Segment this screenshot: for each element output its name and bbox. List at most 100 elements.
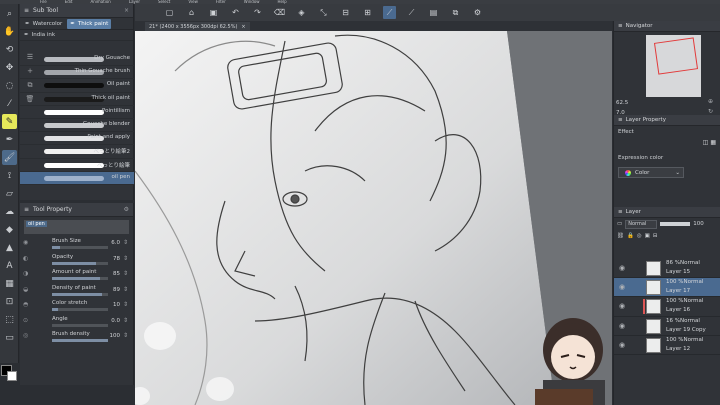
property-slider[interactable]: [52, 261, 108, 265]
panel-menu-icon[interactable]: ≡: [618, 117, 623, 123]
gradient-icon[interactable]: ▦: [2, 276, 17, 291]
sub-color-swatch[interactable]: [7, 371, 17, 381]
eye-icon[interactable]: ◉: [619, 302, 625, 310]
spinner-icon[interactable]: ⇕: [123, 270, 128, 277]
property-slider[interactable]: [52, 323, 108, 327]
airbrush-icon[interactable]: ⟟: [2, 168, 17, 183]
brush-item[interactable]: Gouache blender: [20, 119, 134, 133]
property-slider[interactable]: [52, 277, 108, 280]
eye-icon[interactable]: ◉: [619, 283, 625, 291]
color-swatches[interactable]: [0, 363, 19, 385]
panel-menu-icon[interactable]: ≡: [24, 7, 29, 14]
snap-icon[interactable]: ⟋: [405, 6, 418, 19]
pen-icon[interactable]: ✒: [2, 132, 17, 147]
property-slider[interactable]: [52, 308, 108, 311]
layer-row[interactable]: ◉ 100 %Normal Layer 12: [614, 335, 720, 355]
reference-icon[interactable]: ◎: [637, 233, 642, 239]
property-value[interactable]: 85: [113, 271, 120, 277]
layer-row[interactable]: ◉ 100 %Normal Layer 17: [614, 278, 720, 298]
opacity-value[interactable]: 100: [693, 221, 704, 227]
save-icon[interactable]: ▣: [207, 6, 220, 19]
eye-icon[interactable]: ◉: [619, 264, 625, 272]
property-slider[interactable]: [52, 246, 108, 249]
settings-icon[interactable]: ⚙: [471, 6, 484, 19]
sub-tool-tab[interactable]: ✒ Watercolor: [22, 19, 65, 29]
brush-item[interactable]: Thick oil paint: [20, 93, 134, 106]
brush-item[interactable]: oil pen: [20, 171, 134, 185]
ruler-layer-icon[interactable]: ⊟: [653, 233, 658, 239]
zoom-in-icon[interactable]: ⊕: [708, 98, 718, 108]
hand-icon[interactable]: ✋: [2, 24, 17, 39]
layer-row[interactable]: ◉ 100 %Normal Layer 16: [614, 297, 720, 317]
property-value[interactable]: 78: [113, 256, 120, 262]
fill-icon[interactable]: ◈: [295, 6, 308, 19]
clip-icon[interactable]: ⛓: [617, 233, 624, 239]
property-value[interactable]: 10: [113, 302, 120, 308]
eraser-icon[interactable]: ▱: [2, 186, 17, 201]
rotate-icon[interactable]: ⟲: [2, 42, 17, 57]
brush-item[interactable]: Dry Gouache: [20, 53, 134, 67]
undo-icon[interactable]: ↶: [229, 6, 242, 19]
mask-icon[interactable]: ▣: [645, 233, 650, 239]
spinner-icon[interactable]: ⇕: [123, 332, 128, 339]
figure-icon[interactable]: ▲: [2, 240, 17, 255]
blend-icon[interactable]: ☁: [2, 204, 17, 219]
opacity-slider[interactable]: [660, 222, 691, 226]
panel-menu-icon[interactable]: ≡: [24, 206, 29, 213]
blend-mode-select[interactable]: Normal: [625, 219, 658, 229]
navigator-rotation[interactable]: 7.0: [616, 110, 625, 116]
fill-bucket-icon[interactable]: ◆: [2, 222, 17, 237]
magnifier-icon[interactable]: ⌕: [2, 6, 17, 21]
property-value[interactable]: 89: [113, 287, 120, 293]
brush-item[interactable]: Paint and apply: [20, 132, 134, 146]
property-value[interactable]: 6.0: [111, 240, 120, 246]
spinner-icon[interactable]: ⇕: [123, 239, 128, 246]
text-icon[interactable]: A: [2, 258, 17, 273]
brush-item[interactable]: Pointillism: [20, 106, 134, 119]
eye-icon[interactable]: ◉: [619, 322, 625, 330]
expression-color-select[interactable]: Color ⌄: [618, 167, 684, 178]
layer-row[interactable]: ◉ 86 %Normal Layer 15: [614, 259, 720, 279]
navigator-zoom[interactable]: 62.5: [616, 100, 628, 106]
close-icon[interactable]: ×: [124, 7, 129, 14]
ruler-tool-icon[interactable]: ⊡: [2, 294, 17, 309]
spinner-icon[interactable]: ⇕: [123, 301, 128, 308]
eyedropper-icon[interactable]: ⁄: [2, 96, 17, 111]
brush-icon[interactable]: 🖌: [2, 150, 17, 165]
brush-item[interactable]: べっとり絵筆: [20, 159, 134, 172]
layer-row[interactable]: ◉ 16 %Normal Layer 19 Copy: [614, 316, 720, 336]
transform-icon[interactable]: ⤡: [317, 6, 330, 19]
frame-icon[interactable]: ▭: [2, 330, 17, 345]
pencil-tool-icon[interactable]: ✎: [2, 114, 17, 129]
move-icon[interactable]: ✥: [2, 60, 17, 75]
brush-item[interactable]: Oil paint: [20, 79, 134, 93]
lasso-icon[interactable]: ◌: [2, 78, 17, 93]
sub-tool-tab[interactable]: ✒ Thick paint: [67, 18, 112, 29]
property-slider[interactable]: [52, 292, 108, 296]
property-value[interactable]: 100: [110, 333, 121, 339]
eye-icon[interactable]: ◉: [619, 341, 625, 349]
spinner-icon[interactable]: ⇕: [123, 255, 128, 262]
close-icon[interactable]: ×: [241, 24, 245, 30]
sub-tool-group[interactable]: ✒ India ink: [20, 30, 133, 41]
invert-icon[interactable]: ⊞: [361, 6, 374, 19]
clear-icon[interactable]: ⌫: [273, 6, 286, 19]
lock-icon[interactable]: 🔒: [627, 233, 634, 239]
rotate-icon[interactable]: ↻: [708, 108, 718, 118]
wrench-icon[interactable]: ⚙: [124, 206, 129, 213]
border-effect-icon[interactable]: ◫: [703, 139, 709, 155]
brush-item[interactable]: べっとり絵筆2: [20, 145, 134, 159]
deselect-icon[interactable]: ⊟: [339, 6, 352, 19]
select-icon[interactable]: ⬚: [2, 312, 17, 327]
panel-menu-icon[interactable]: ≡: [618, 209, 623, 215]
document-tab[interactable]: 21* (2400 x 3556px 300dpi 62.5%) ×: [145, 22, 250, 31]
property-value[interactable]: 0.0: [111, 318, 120, 324]
tone-icon[interactable]: ▦: [710, 139, 716, 155]
panel-menu-icon[interactable]: ≡: [618, 23, 623, 29]
grid-icon[interactable]: ▤: [427, 6, 440, 19]
brush-item[interactable]: Thin Gouache brush: [20, 66, 134, 80]
navigator-view-frame[interactable]: [653, 37, 699, 75]
spinner-icon[interactable]: ⇕: [123, 286, 128, 293]
redo-icon[interactable]: ↷: [251, 6, 264, 19]
open-icon[interactable]: ⌂: [185, 6, 198, 19]
